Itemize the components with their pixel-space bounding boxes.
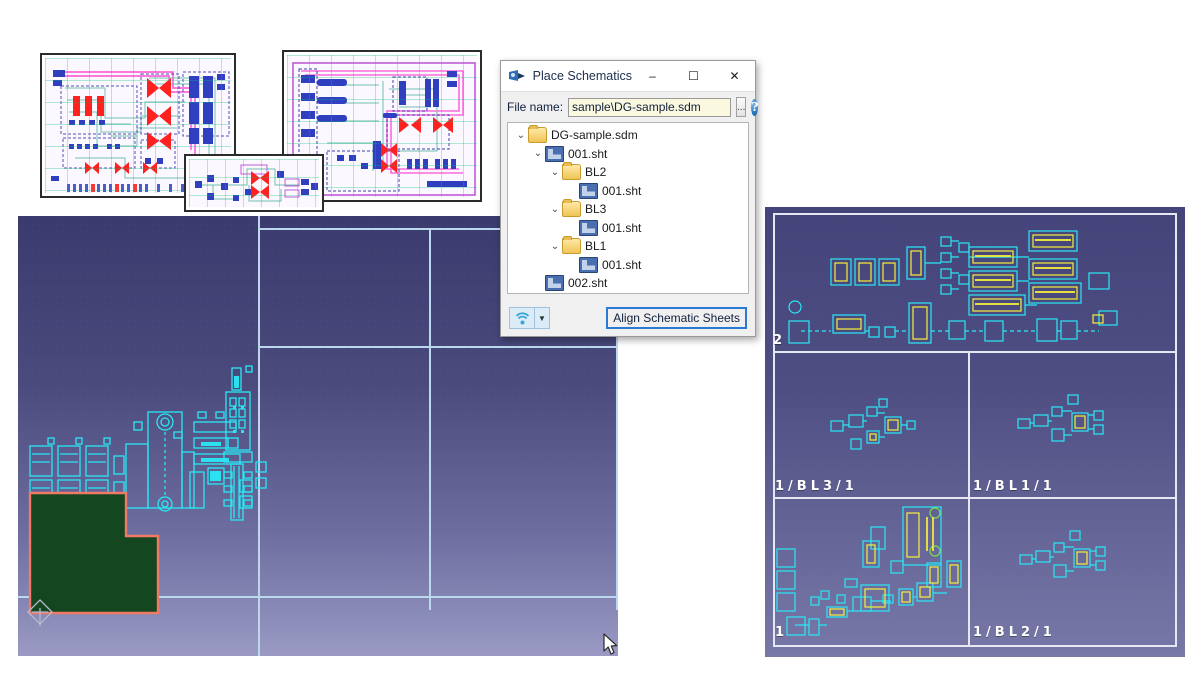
- chevron-down-icon[interactable]: ⌄: [548, 204, 562, 215]
- tree-item-001-sht[interactable]: 001.sht: [508, 256, 748, 275]
- schematic-tree[interactable]: ⌄ DG-sample.sdm ⌄ 001.sht ⌄ BL2 001.sht ⌄ BL3 001…: [507, 122, 749, 294]
- mouse-cursor: [603, 633, 619, 657]
- align-schematic-sheets-button[interactable]: Align Schematic Sheets: [606, 307, 747, 329]
- tree-item-001-sht[interactable]: 001.sht: [508, 219, 748, 238]
- sheet-label: 1/BL1/1: [973, 479, 1056, 494]
- sheet-icon: [545, 146, 564, 162]
- tree-item-bl1[interactable]: ⌄ BL1: [508, 237, 748, 256]
- chevron-down-icon[interactable]: ⌄: [531, 148, 545, 159]
- tree-item-002-sht[interactable]: 002.sht: [508, 274, 748, 293]
- sheet-label: 1/BL2/1: [973, 625, 1056, 640]
- sheet-preview-panel[interactable]: 2 1/BL3/1 1/BL1/1 1 1/BL2/1: [765, 207, 1185, 657]
- tree-item-label: BL3: [585, 202, 606, 216]
- preview-divider-horizontal-2: [773, 497, 1177, 499]
- minimize-button[interactable]: –: [632, 62, 673, 91]
- chevron-down-icon[interactable]: ⌄: [548, 241, 562, 252]
- tree-item-label: 001.sht: [602, 221, 641, 235]
- folder-icon: [562, 164, 581, 180]
- chevron-down-icon[interactable]: ▼: [534, 308, 549, 328]
- tree-item-label: BL2: [585, 165, 606, 179]
- application-window: 2 1/BL3/1 1/BL1/1 1 1/BL2/1 Place Schema…: [0, 0, 1200, 697]
- file-name-input[interactable]: [568, 98, 731, 117]
- file-name-label: File name:: [507, 100, 563, 114]
- tree-item-bl3[interactable]: ⌄ BL3: [508, 200, 748, 219]
- broadcast-icon[interactable]: [510, 308, 534, 328]
- tree-item-label: 001.sht: [602, 184, 641, 198]
- dialog-title: Place Schematics: [533, 69, 632, 83]
- maximize-button[interactable]: ☐: [673, 62, 714, 91]
- preview-schematic-bl3: [775, 355, 970, 495]
- help-icon[interactable]: ?: [751, 99, 758, 116]
- folder-icon: [562, 238, 581, 254]
- tree-item-bl2[interactable]: ⌄ BL2: [508, 163, 748, 182]
- sheet-label: 2: [773, 333, 782, 348]
- sheet-icon: [579, 220, 598, 236]
- tree-item-label: BL1: [585, 239, 606, 253]
- sheet-icon: [545, 275, 564, 291]
- origin-axis-marker: [24, 596, 60, 632]
- browse-button[interactable]: ...: [736, 97, 746, 117]
- dialog-title-bar[interactable]: Place Schematics – ☐ ✕: [501, 61, 755, 92]
- tree-item-001-sht[interactable]: ⌄ 001.sht: [508, 145, 748, 164]
- sheet-label: 1/BL3/1: [775, 479, 858, 494]
- tree-item-label: 001.sht: [568, 147, 607, 161]
- chevron-down-icon[interactable]: ⌄: [548, 167, 562, 178]
- chevron-down-icon[interactable]: ⌄: [514, 130, 528, 141]
- tree-item-label: 001.sht: [602, 258, 641, 272]
- thumbnail-grid: [189, 159, 319, 207]
- dialog-footer: ▼ Align Schematic Sheets: [501, 300, 755, 336]
- place-schematics-icon: [508, 68, 525, 84]
- preview-schematic-detail: [775, 501, 970, 647]
- close-button[interactable]: ✕: [714, 62, 755, 91]
- preview-divider-horizontal-1: [773, 351, 1177, 353]
- sheet-icon: [579, 257, 598, 273]
- tree-item-001-sht[interactable]: 001.sht: [508, 182, 748, 201]
- preview-schematic-top: [773, 215, 1177, 351]
- tree-item-label: DG-sample.sdm: [551, 128, 638, 142]
- sheet-label: 1: [775, 625, 784, 640]
- folder-icon: [528, 127, 547, 143]
- broadcast-split-button[interactable]: ▼: [509, 307, 550, 329]
- schematic-thumbnail-popup[interactable]: [184, 154, 324, 212]
- sheet-icon: [579, 183, 598, 199]
- place-schematics-dialog[interactable]: Place Schematics – ☐ ✕ File name: ... ? …: [500, 60, 756, 337]
- tree-item-dg-sample-sdm[interactable]: ⌄ DG-sample.sdm: [508, 126, 748, 145]
- file-name-row: File name: ... ?: [501, 92, 755, 121]
- thumbnail-popup-paper: [189, 159, 319, 207]
- folder-icon: [562, 201, 581, 217]
- preview-schematic-bl1: [972, 355, 1167, 495]
- tree-item-label: 002.sht: [568, 276, 607, 290]
